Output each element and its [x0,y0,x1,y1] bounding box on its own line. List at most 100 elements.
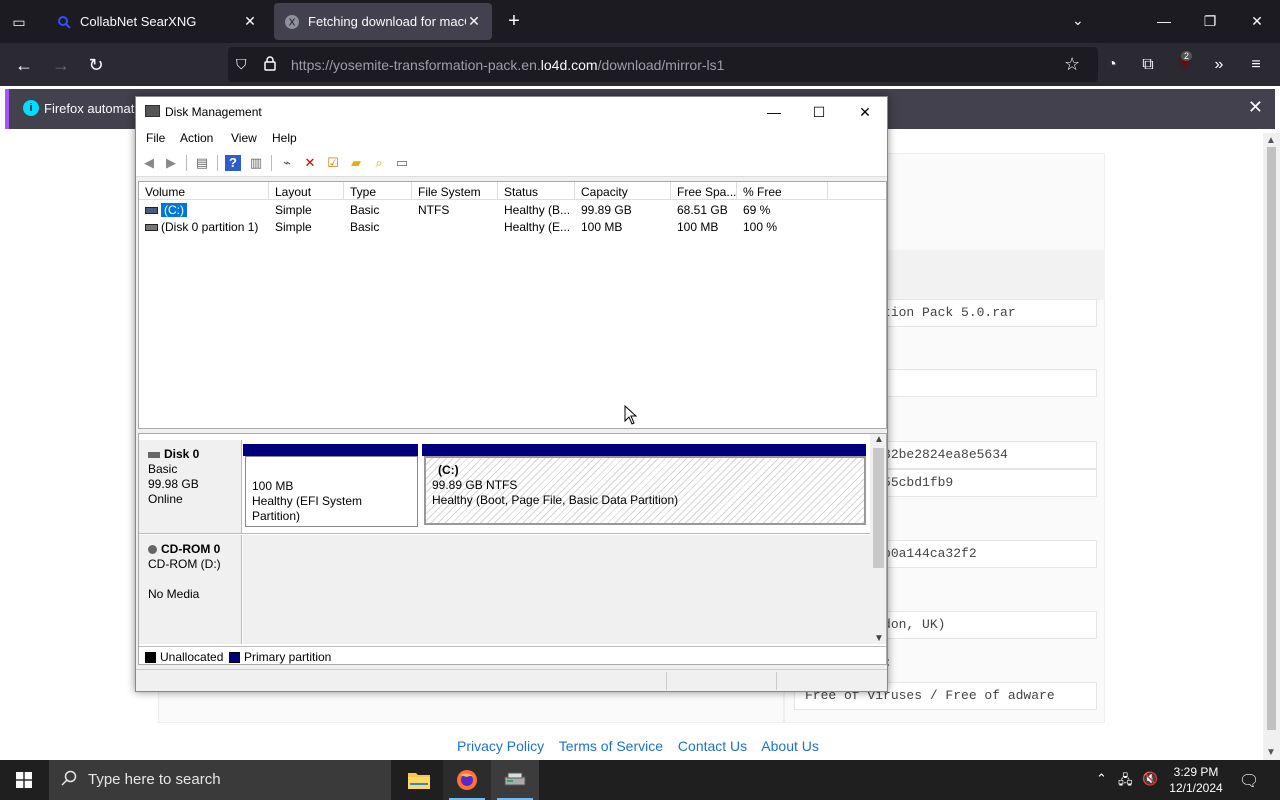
free-cell: 100 MB [677,220,719,234]
col-free-space[interactable]: Free Spa... [671,182,737,200]
url-domain: lo4d.com [540,57,598,73]
contact-us-link[interactable]: Contact Us [678,738,747,754]
close-notification-icon[interactable]: ✕ [1248,97,1263,118]
scroll-down-icon[interactable]: ▼ [1266,747,1276,758]
volume-list[interactable]: Volume Layout Type File System Status Ca… [138,181,887,429]
disk-name: Disk 0 [164,447,200,461]
extensions-icon[interactable]: ⧉ [1136,53,1160,77]
forward-icon[interactable]: ▶ [163,155,179,171]
menu-view[interactable]: View [231,131,257,145]
cdrom-area [243,535,870,644]
show-pane-icon[interactable]: ▥ [248,155,264,171]
properties-icon[interactable]: ▭ [394,155,410,171]
col-file-system[interactable]: File System [412,182,498,200]
disk-graphical-view[interactable]: Disk 0 Basic 99.98 GB Online 100 MB Heal… [138,433,887,665]
page-scrollbar[interactable]: ▲ ▼ [1263,133,1280,760]
svg-text:X: X [289,17,296,28]
terms-of-service-link[interactable]: Terms of Service [559,738,663,754]
tab-fetching-download[interactable]: X Fetching download for macOS ✕ [274,3,492,40]
list-all-tabs-icon[interactable]: ▭ [8,11,30,33]
show-hidden-icons-icon[interactable]: ⌃ [1096,771,1107,787]
partition-efi[interactable]: 100 MB Healthy (EFI System Partition) [245,456,418,527]
col-volume[interactable]: Volume [139,182,269,200]
table-row[interactable]: (C:) Simple Basic NTFS Healthy (B... 99.… [139,201,886,218]
scroll-up-icon[interactable]: ▲ [1266,135,1276,146]
firefox-icon[interactable] [443,760,491,800]
disk-pane-scrollbar[interactable]: ▲ ▼ [870,434,886,644]
menu-action[interactable]: Action [180,131,213,145]
hamburger-menu-icon[interactable]: ≡ [1244,53,1268,77]
mouse-cursor-icon [624,405,637,425]
info-icon: i [23,100,39,116]
partition-c[interactable]: (C:) 99.89 GB NTFS Healthy (Boot, Page F… [424,456,866,525]
notifications-icon[interactable]: 🗨 [1239,771,1259,791]
volume-muted-icon[interactable]: 🔇 [1142,771,1158,787]
pct-free-cell: 100 % [743,220,778,234]
volume-list-header: Volume Layout Type File System Status Ca… [139,182,886,200]
forward-icon[interactable]: → [49,53,73,77]
tab-searxng[interactable]: CollabNet SearXNG ✕ [46,3,268,40]
url-bar[interactable]: ⛉ https://yosemite-transformation-pack.e… [228,47,1098,82]
privacy-policy-link[interactable]: Privacy Policy [457,738,544,754]
new-tab-icon[interactable]: + [503,11,525,33]
restore-icon[interactable]: ❐ [1197,8,1223,34]
system-clock[interactable]: 3:29 PM 12/1/2024 [1166,764,1226,796]
scroll-down-icon[interactable]: ▼ [874,633,884,644]
taskbar-search[interactable]: Type here to search [49,760,391,800]
start-button[interactable] [0,760,48,800]
disk-management-taskbar-icon[interactable] [491,760,539,800]
scrollbar-thumb[interactable] [1267,147,1276,730]
col-status[interactable]: Status [498,182,575,200]
fs-cell: NTFS [418,203,450,217]
table-row[interactable]: (Disk 0 partition 1) Simple Basic Health… [139,218,886,235]
shield-icon[interactable]: ⛉ [236,56,247,73]
scroll-up-icon[interactable]: ▲ [874,434,884,445]
close-tab-icon[interactable]: ✕ [466,13,482,30]
bookmark-star-icon[interactable]: ☆ [1064,54,1080,75]
close-icon[interactable]: ✕ [1244,8,1270,34]
toolbar-separator [217,155,218,171]
url-text[interactable]: https://yosemite-transformation-pack.en.… [291,57,724,73]
check-icon[interactable]: ☑ [325,155,341,171]
toolbar: ◀ ▶ ▤ ? ▥ ⌁ ✕ ☑ ▰ ⌕ ▭ [136,149,887,177]
overflow-menu-icon[interactable]: » [1207,53,1231,77]
properties-pane-icon[interactable]: ▤ [194,155,210,171]
type-cell: Basic [350,220,380,234]
close-tab-icon[interactable]: ✕ [242,13,258,30]
disk-0-label[interactable]: Disk 0 Basic 99.98 GB Online [139,440,242,533]
chevron-down-icon[interactable]: ⌄ [1072,12,1084,29]
taskbar: Type here to search ⌃ 🖧 🔇 3:29 PM 12/1/2… [0,760,1280,800]
menu-bar: File Action View Help [136,127,887,149]
lock-icon[interactable] [264,56,276,74]
explore-icon[interactable]: ⌕ [371,155,387,171]
pocket-icon[interactable]: ◔ [1100,53,1124,77]
col-capacity[interactable]: Capacity [575,182,671,200]
scrollbar-thumb[interactable] [873,448,884,568]
connect-disk-icon[interactable]: ⌁ [279,155,295,171]
back-icon[interactable]: ← [12,53,36,77]
file-explorer-icon[interactable] [395,760,443,800]
search-favicon-icon [56,14,72,30]
col-percent-free[interactable]: % Free [737,182,828,200]
back-icon[interactable]: ◀ [141,155,157,171]
reload-icon[interactable]: ↻ [84,53,108,77]
col-layout[interactable]: Layout [269,182,344,200]
free-cell: 68.51 GB [677,203,728,217]
network-icon[interactable]: 🖧 [1118,771,1133,793]
about-us-link[interactable]: About Us [761,738,819,754]
window-title: Disk Management [165,105,262,119]
minimize-icon[interactable]: — [1151,8,1177,34]
footer-links: Privacy Policy Terms of Service Contact … [457,738,830,754]
maximize-icon[interactable]: ☐ [804,101,834,123]
delete-icon[interactable]: ✕ [302,155,318,171]
window-title-bar[interactable]: Disk Management — ☐ ✕ [136,97,887,127]
open-folder-icon[interactable]: ▰ [348,155,364,171]
close-icon[interactable]: ✕ [850,101,880,123]
menu-help[interactable]: Help [272,131,297,145]
help-icon[interactable]: ? [225,155,241,171]
cdrom-0-label[interactable]: CD-ROM 0 CD-ROM (D:) No Media [139,535,242,644]
minimize-icon[interactable]: — [759,101,789,123]
menu-file[interactable]: File [146,131,165,145]
volume-icon [145,224,158,232]
col-type[interactable]: Type [344,182,412,200]
